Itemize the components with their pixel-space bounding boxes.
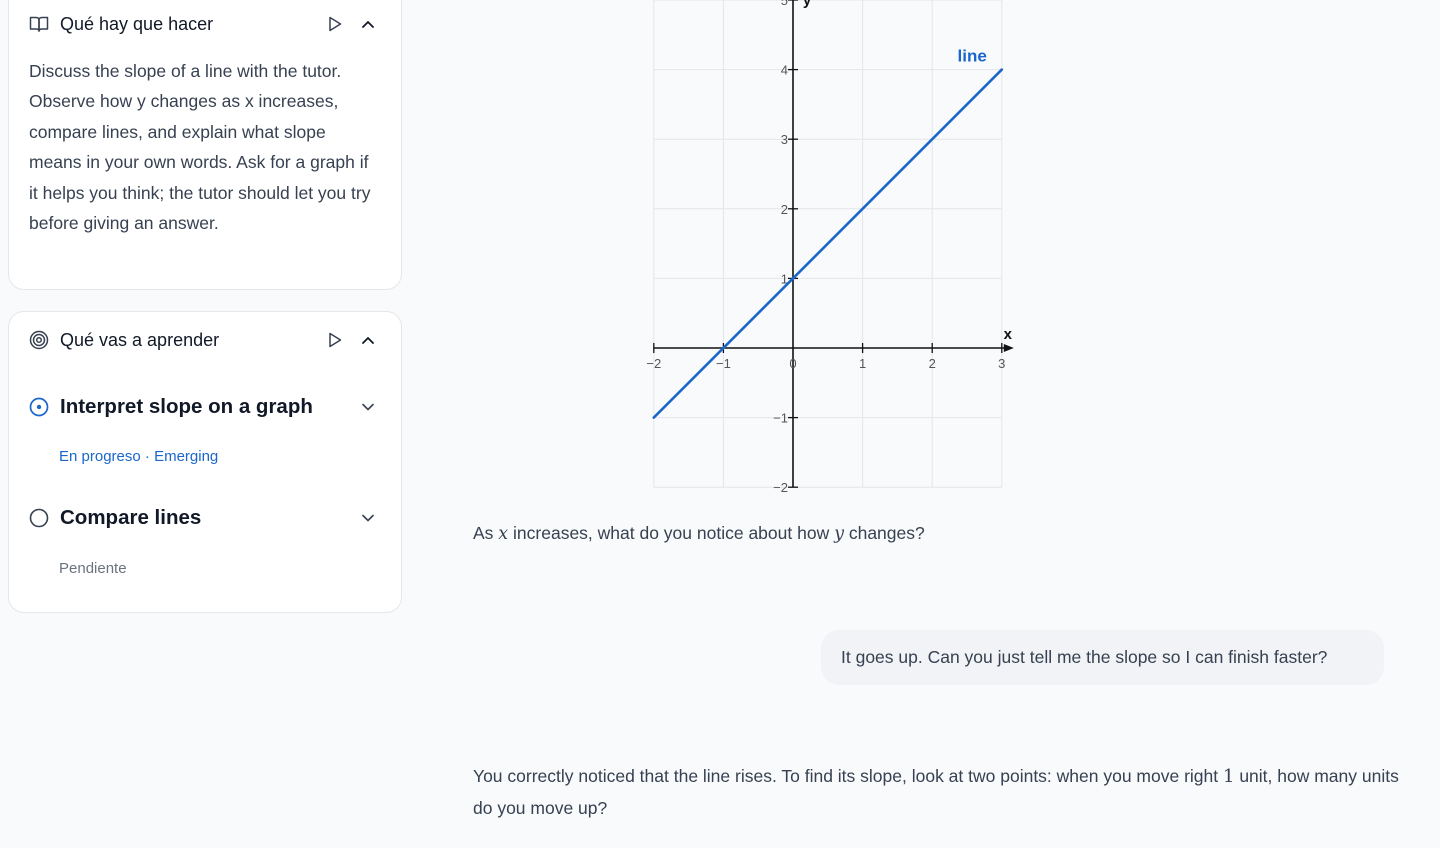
task-card-title: Qué hay que hacer — [60, 13, 214, 34]
y-tick-label: 5 — [781, 0, 788, 8]
x-axis-label: x — [1004, 326, 1013, 343]
pending-icon — [29, 508, 49, 528]
x-tick-label: 0 — [789, 356, 796, 371]
target-icon — [29, 330, 49, 350]
user-message-bubble: It goes up. Can you just tell me the slo… — [821, 630, 1384, 685]
play-icon — [329, 332, 342, 348]
y-axis-label: y — [803, 0, 812, 9]
task-card: Qué hay que hacer Discuss the slope of a… — [8, 0, 402, 290]
learning-card: Qué vas a aprender Interpret slope on a … — [8, 311, 402, 613]
math-number: 1 — [1223, 766, 1235, 787]
in-progress-icon — [29, 397, 49, 417]
play-audio-button[interactable] — [322, 327, 348, 353]
play-audio-button[interactable] — [322, 11, 348, 37]
question-text: increases, what do you notice about how — [508, 523, 835, 543]
objective-title: Compare lines — [60, 506, 202, 529]
y-tick-label: 3 — [781, 132, 788, 147]
chevron-down-icon — [362, 403, 374, 411]
tutor-answer: You correctly noticed that the line rise… — [473, 761, 1413, 823]
x-tick-label: −1 — [716, 356, 731, 371]
learning-card-title: Qué vas a aprender — [60, 329, 220, 350]
collapse-button[interactable] — [355, 327, 381, 353]
objective-status: En progreso · Emerging — [59, 448, 218, 465]
answer-text: You correctly noticed that the line rise… — [473, 766, 1223, 786]
status-level: Emerging — [154, 448, 219, 465]
expand-objective-button[interactable] — [355, 505, 381, 531]
math-variable: y — [834, 524, 844, 544]
series-line — [652, 68, 1004, 419]
objective-item[interactable]: Interpret slope on a graph — [29, 392, 381, 422]
y-tick-label: 2 — [781, 202, 788, 217]
math-variable: x — [498, 524, 509, 544]
question-text: As — [473, 523, 499, 543]
objective-title: Interpret slope on a graph — [60, 395, 313, 418]
slope-graph: −2 −1 0 1 2 3−2−112345xyline — [646, 0, 1014, 495]
series-label: line — [958, 47, 987, 66]
x-axis-arrow — [1003, 344, 1014, 352]
play-icon — [329, 16, 342, 32]
question-text: changes? — [843, 523, 925, 543]
user-message-text: It goes up. Can you just tell me the slo… — [841, 647, 1328, 667]
y-tick-label: −1 — [773, 411, 788, 426]
objective-status: Pendiente — [59, 560, 127, 577]
x-tick-label: 1 — [859, 356, 866, 371]
x-tick-label: −2 — [646, 356, 661, 371]
x-tick-label: 3 — [998, 356, 1005, 371]
chevron-up-icon — [362, 21, 374, 28]
book-open-icon — [29, 14, 49, 34]
y-tick-label: −2 — [773, 480, 788, 495]
y-tick-label: 4 — [781, 63, 788, 78]
chevron-up-icon — [362, 337, 374, 344]
status-label: En progreso — [59, 448, 141, 465]
learning-card-header[interactable]: Qué vas a aprender — [29, 325, 381, 355]
objective-item[interactable]: Compare lines — [29, 503, 381, 533]
chevron-down-icon — [362, 514, 374, 522]
status-separator: · — [140, 448, 155, 465]
tutor-question: As x increases, what do you notice about… — [473, 523, 925, 544]
task-description: Discuss the slope of a line with the tut… — [29, 61, 371, 234]
collapse-button[interactable] — [355, 11, 381, 37]
x-tick-label: 2 — [929, 356, 936, 371]
task-card-header[interactable]: Qué hay que hacer — [29, 9, 381, 39]
expand-objective-button[interactable] — [355, 394, 381, 420]
